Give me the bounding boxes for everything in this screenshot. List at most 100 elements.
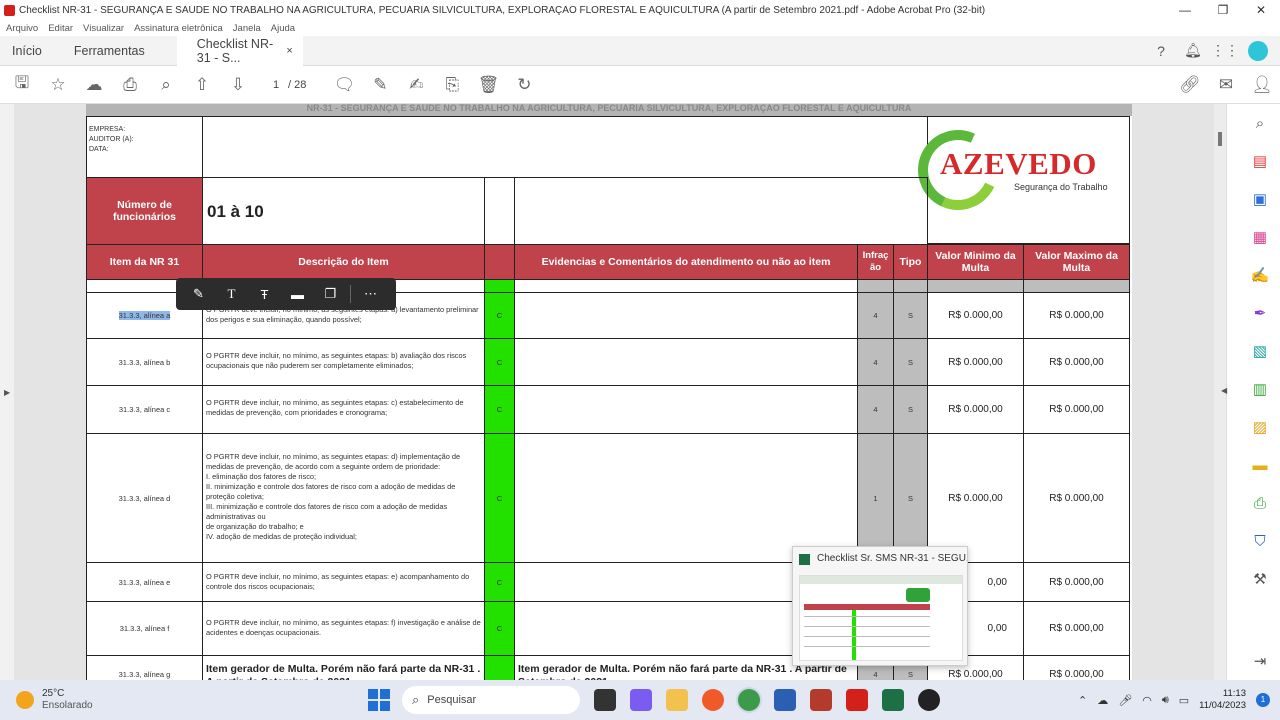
fill-sign-icon[interactable]: ✒: [1249, 302, 1271, 324]
app-icon[interactable]: [810, 689, 832, 711]
excel-taskbar-icon[interactable]: [882, 689, 904, 711]
combine-files-icon[interactable]: ▥: [1249, 378, 1271, 400]
github-icon[interactable]: [918, 689, 940, 711]
save-icon[interactable]: 🖫: [4, 67, 40, 103]
bell-icon[interactable]: 🔔︎: [1184, 42, 1202, 60]
delete-icon[interactable]: 🗑︎: [470, 67, 506, 103]
mic-icon[interactable]: 🎤︎: [1118, 694, 1132, 707]
scrollbar-thumb[interactable]: [1218, 132, 1222, 146]
task-view-icon[interactable]: [594, 689, 616, 711]
request-signature-icon[interactable]: ✍: [1249, 264, 1271, 286]
blank-cell: [514, 177, 928, 245]
menu-arquivo[interactable]: Arquivo: [6, 23, 38, 34]
word-icon[interactable]: [774, 689, 796, 711]
menu-ajuda[interactable]: Ajuda: [271, 23, 295, 34]
tab-home[interactable]: Início: [0, 44, 54, 58]
edit-pdf-icon[interactable]: ▧: [1249, 340, 1271, 362]
restore-button[interactable]: ❐: [1204, 3, 1242, 17]
firefox-icon[interactable]: [702, 689, 724, 711]
row-c: C: [484, 338, 515, 386]
weather-widget[interactable]: 25°C Ensolarado: [16, 688, 316, 712]
teams-chat-icon[interactable]: [630, 689, 652, 711]
page-number-input[interactable]: 1: [264, 79, 288, 91]
apps-grid-icon[interactable]: ⋮⋮: [1211, 42, 1239, 60]
header-infracao: Infraç ão: [857, 244, 894, 280]
blank-cell: [484, 177, 515, 245]
scan-ocr-icon[interactable]: ▨: [1249, 416, 1271, 438]
taskbar-preview-popup[interactable]: Checklist Sr. SMS NR-31 - SEGU...: [792, 546, 968, 666]
azevedo-logo: AZEVEDO Segurança do Trabalho: [906, 118, 1124, 222]
volume-icon[interactable]: 🔊︎: [1162, 694, 1169, 707]
menu-janela[interactable]: Janela: [233, 23, 261, 34]
selected-text-highlight[interactable]: 31.3.3, alínea a: [118, 311, 171, 320]
help-icon[interactable]: ?: [1152, 42, 1170, 60]
page-up-icon[interactable]: ⇧: [184, 67, 220, 103]
email-icon[interactable]: ✉: [1208, 67, 1244, 103]
text-tool-icon[interactable]: T: [215, 279, 248, 309]
menu-editar[interactable]: Editar: [48, 23, 73, 34]
underline-icon[interactable]: ▬: [281, 279, 314, 309]
expand-left-icon[interactable]: ▶: [4, 388, 10, 397]
protect-icon[interactable]: ⛉: [1249, 530, 1271, 552]
start-button[interactable]: [368, 689, 390, 711]
print-icon[interactable]: ⎙: [112, 67, 148, 103]
row-descricao: O PGRTR deve incluir, no mínimo, as segu…: [202, 562, 485, 602]
battery-icon[interactable]: ▭: [1179, 694, 1189, 707]
document-viewer[interactable]: NR-31 - SEGURANÇA E SAÚDE NO TRABALHO NA…: [14, 104, 1226, 680]
row-evidencias[interactable]: [514, 385, 858, 434]
tab-document-label: Checklist NR-31 - S...: [196, 36, 274, 65]
chevron-up-icon[interactable]: ⌃: [1078, 694, 1087, 707]
comment-icon[interactable]: 🗨︎: [326, 67, 362, 103]
organize-pages-icon[interactable]: ▦: [1249, 226, 1271, 248]
page-down-icon[interactable]: ⇩: [220, 67, 256, 103]
row-descricao: O PGRTR deve incluir, no mínimo, as segu…: [202, 385, 485, 434]
wifi-icon[interactable]: ◠: [1142, 694, 1152, 707]
taskbar-search[interactable]: ⌕ Pesquisar: [402, 686, 580, 714]
acrobat-taskbar-icon[interactable]: [846, 689, 868, 711]
upload-cloud-icon[interactable]: ☁: [76, 67, 112, 103]
expand-panel-icon[interactable]: ⇥: [1249, 650, 1271, 672]
collapse-panel-icon[interactable]: ◀: [1221, 386, 1227, 395]
row-evidencias[interactable]: [514, 292, 858, 339]
left-panel-toggle[interactable]: ▶: [0, 104, 14, 680]
share-user-icon[interactable]: 👤︎: [1244, 67, 1280, 103]
rotate-icon[interactable]: ↻: [506, 67, 542, 103]
print-production-icon[interactable]: ⎙: [1249, 492, 1271, 514]
link-icon[interactable]: 🔗︎: [1172, 67, 1208, 103]
export-pdf-icon[interactable]: ▣: [1249, 188, 1271, 210]
minimize-button[interactable]: —: [1166, 3, 1204, 17]
chrome-icon[interactable]: [738, 689, 760, 711]
bookmark-star-icon[interactable]: ☆: [40, 67, 76, 103]
highlight-text-icon[interactable]: ✎: [182, 279, 215, 309]
cloud-icon[interactable]: ☁: [1097, 694, 1108, 707]
comment-tool-icon[interactable]: ▬: [1249, 454, 1271, 476]
row-item: 31.3.3, alínea b: [86, 338, 203, 386]
avatar[interactable]: [1248, 40, 1268, 61]
create-pdf-icon[interactable]: ▤: [1249, 150, 1271, 172]
file-explorer-icon[interactable]: [666, 689, 688, 711]
row-tipo: S: [893, 292, 928, 339]
notification-badge[interactable]: 1: [1256, 693, 1270, 707]
close-tab-icon[interactable]: ×: [286, 45, 292, 57]
more-tools-icon[interactable]: ⚒: [1249, 568, 1271, 590]
preview-thumbnail[interactable]: [799, 575, 963, 661]
clock[interactable]: 11:13 11/04/2023: [1199, 688, 1246, 712]
row-evidencias[interactable]: [514, 338, 858, 386]
tab-tools[interactable]: Ferramentas: [62, 44, 157, 58]
menu-assinatura[interactable]: Assinatura eletrônica: [134, 23, 223, 34]
copy-icon[interactable]: ❐: [314, 279, 347, 309]
row-evidencias[interactable]: [514, 433, 858, 563]
tab-document[interactable]: Checklist NR-31 - S... ×: [176, 35, 303, 66]
sign-icon[interactable]: ✍︎: [398, 67, 434, 103]
row-valor-max: R$ 0.000,00: [1023, 338, 1130, 386]
stamp-icon[interactable]: ⎘: [434, 67, 470, 103]
clock-time: 11:13: [1222, 688, 1246, 699]
row-c: C: [484, 292, 515, 339]
zoom-search-icon[interactable]: ⌕: [148, 67, 184, 103]
more-options-icon[interactable]: ⋯: [354, 279, 387, 309]
strikethrough-icon[interactable]: Ŧ: [248, 279, 281, 309]
zoom-icon[interactable]: ⌕: [1249, 112, 1271, 134]
close-window-button[interactable]: ✕: [1242, 3, 1280, 17]
highlight-pen-icon[interactable]: ✎: [362, 67, 398, 103]
menu-visualizar[interactable]: Visualizar: [83, 23, 124, 34]
